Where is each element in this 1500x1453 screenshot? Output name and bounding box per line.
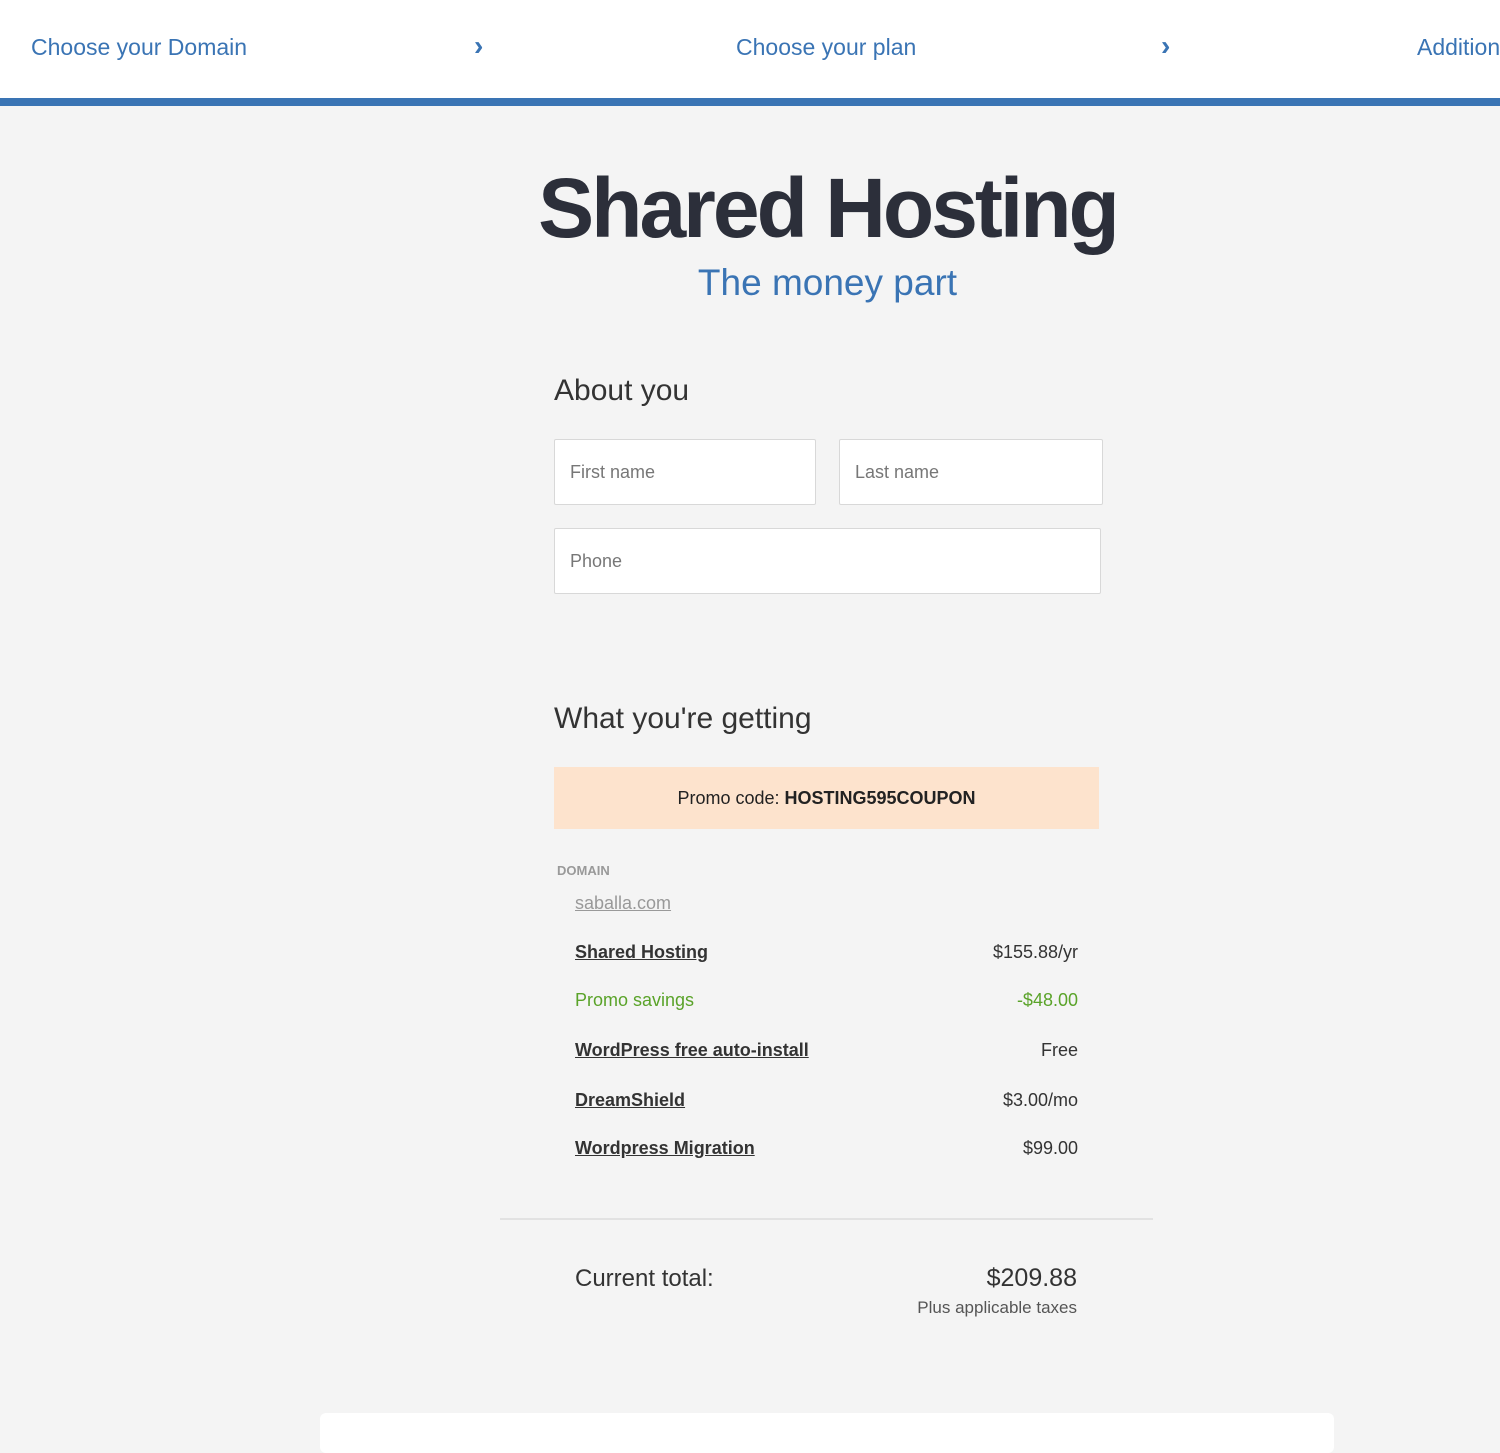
line-item-price: $155.88/yr: [992, 942, 1078, 962]
line-item: WordPress free auto-install Free: [575, 1040, 1078, 1064]
line-item-name[interactable]: Shared Hosting: [575, 942, 708, 963]
promo-label: Promo code:: [677, 788, 780, 808]
line-item-price: Free: [1040, 1040, 1078, 1060]
next-section-card: [320, 1413, 1334, 1453]
checkout-steps-bar: Choose your Domain › Choose your plan › …: [0, 0, 1500, 106]
promo-code-banner: Promo code: HOSTING595COUPON: [554, 767, 1099, 829]
line-item-name[interactable]: DreamShield: [575, 1090, 685, 1111]
promo-code: HOSTING595COUPON: [784, 788, 976, 808]
line-item-price: $3.00/mo: [1002, 1090, 1078, 1110]
total-amount: $209.88: [986, 1264, 1077, 1292]
page-subtitle: The money part: [697, 262, 958, 303]
page-title: Shared Hosting: [538, 161, 1120, 255]
line-item-name[interactable]: WordPress free auto-install: [575, 1040, 809, 1061]
first-name-input[interactable]: [554, 439, 816, 505]
step-choose-plan[interactable]: Choose your plan: [736, 34, 916, 61]
step-choose-domain[interactable]: Choose your Domain: [31, 34, 247, 61]
line-item-price: -$48.00: [1016, 990, 1078, 1010]
step-additional[interactable]: Addition: [1417, 34, 1500, 61]
chevron-right-icon: ›: [474, 30, 484, 61]
about-you-heading: About you: [554, 374, 690, 407]
divider: [500, 1218, 1153, 1220]
last-name-input[interactable]: [839, 439, 1103, 505]
total-label: Current total:: [575, 1265, 714, 1292]
domain-link[interactable]: saballa.com: [575, 893, 671, 914]
what-youre-getting-heading: What you're getting: [554, 702, 812, 735]
promo-savings-row: Promo savings -$48.00: [575, 990, 1078, 1014]
line-item: DreamShield $3.00/mo: [575, 1090, 1078, 1114]
domain-label: DOMAIN: [557, 863, 610, 878]
phone-input[interactable]: [554, 528, 1101, 594]
line-item-name: Promo savings: [575, 990, 695, 1010]
taxes-note: Plus applicable taxes: [917, 1298, 1077, 1317]
chevron-right-icon: ›: [1161, 30, 1171, 61]
line-item: Wordpress Migration $99.00: [575, 1138, 1078, 1162]
line-item-name[interactable]: Wordpress Migration: [575, 1138, 755, 1159]
line-item-price: $99.00: [1022, 1138, 1078, 1158]
line-item: Shared Hosting $155.88/yr: [575, 942, 1078, 966]
